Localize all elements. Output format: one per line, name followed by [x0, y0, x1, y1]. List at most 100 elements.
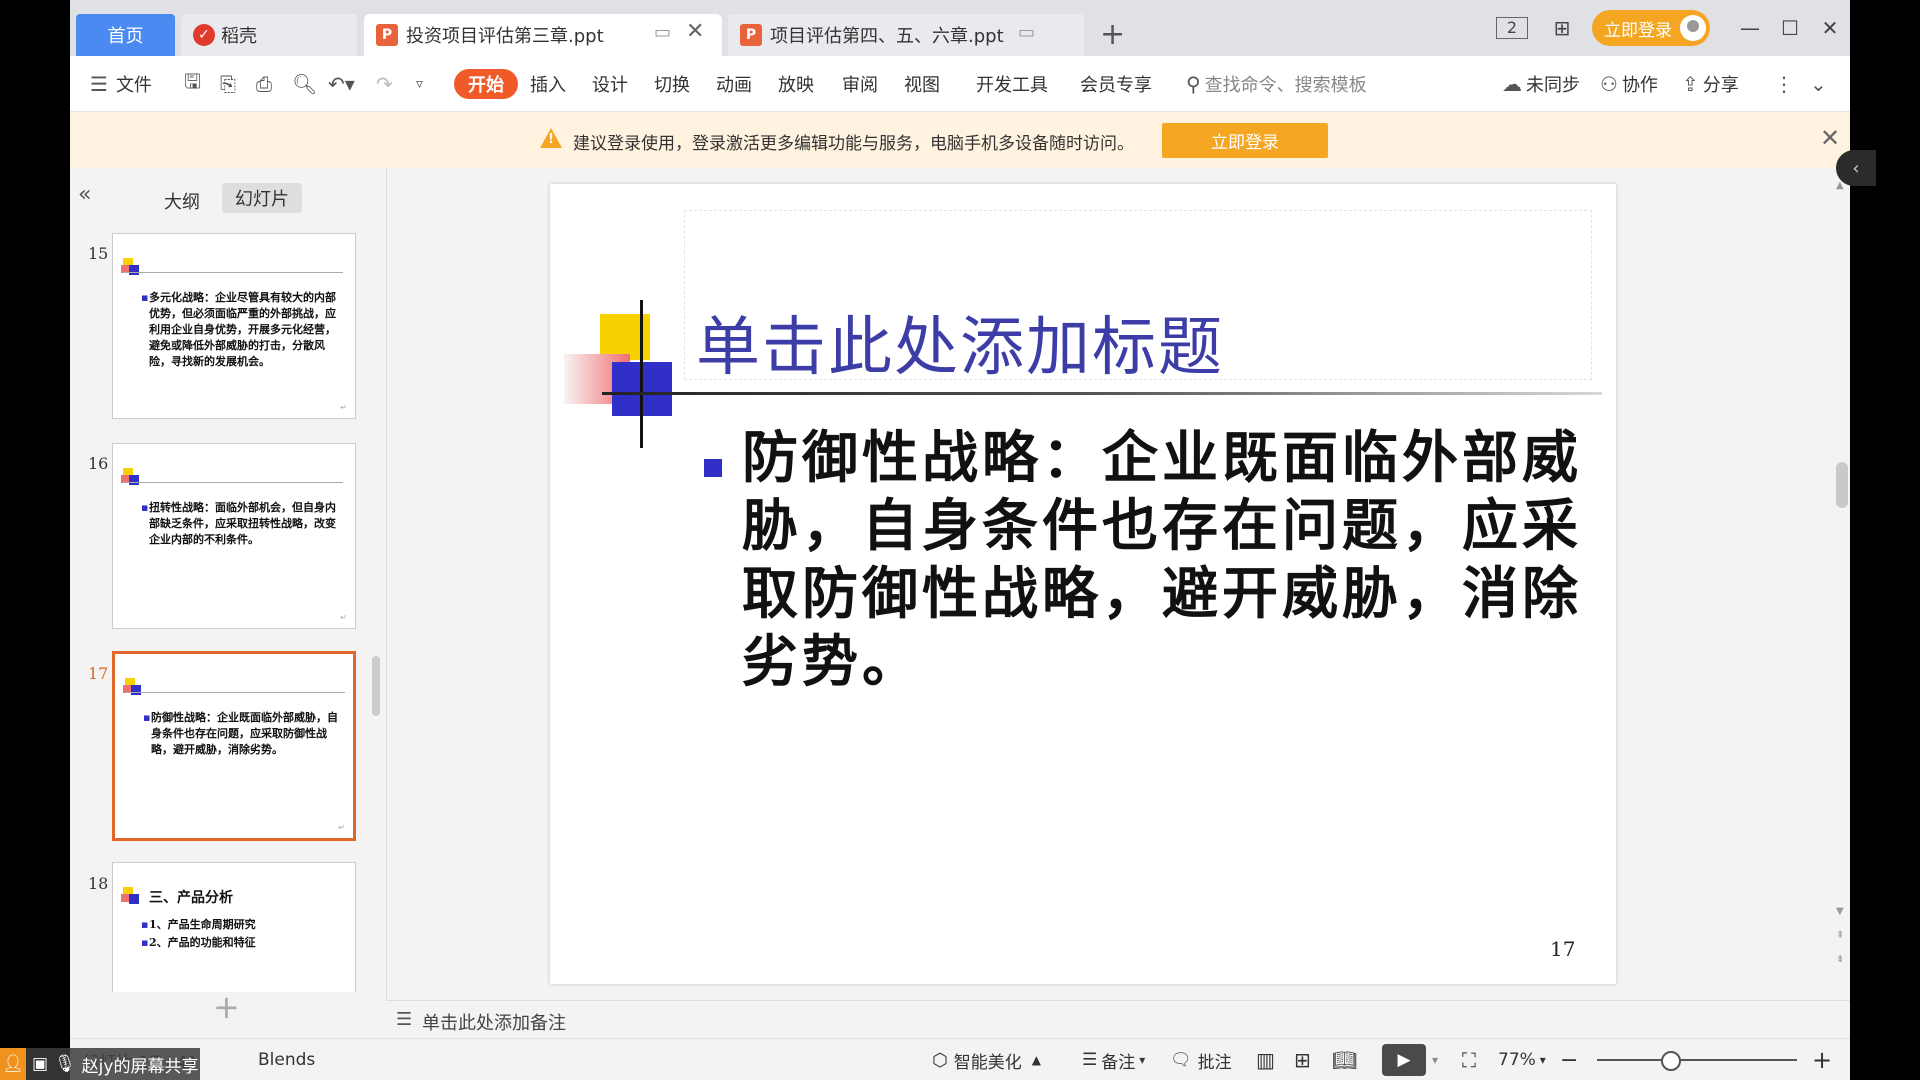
- zoom-in-icon[interactable]: +: [1812, 1039, 1832, 1080]
- canvas-scrollbar[interactable]: ▲ ▼ ⇞ ⇟: [1830, 168, 1850, 1000]
- file-menu-label: 文件: [115, 75, 152, 96]
- panel-scrollbar[interactable]: [372, 656, 380, 716]
- tab-active-document[interactable]: P 投资项目评估第三章.ppt ▭ ✕: [364, 14, 722, 56]
- export-pdf-icon[interactable]: ⎘: [220, 56, 236, 112]
- slide-sorter-icon[interactable]: ⊞: [1294, 1039, 1311, 1080]
- chevron-up-icon: ▲: [1031, 1053, 1041, 1067]
- file-menu[interactable]: ☰ 文件: [90, 56, 152, 112]
- menu-developer[interactable]: 开发工具: [976, 56, 1048, 112]
- zoom-slider-handle[interactable]: [1661, 1051, 1681, 1071]
- thumbnail-item: 2、产品的功能和特征: [141, 935, 345, 951]
- grid-apps-icon[interactable]: ⊞: [1542, 16, 1582, 40]
- scroll-thumb[interactable]: [1836, 462, 1848, 508]
- screen-share-label: 赵jy的屏幕共享: [81, 1056, 199, 1077]
- undo-icon[interactable]: ↶▾: [328, 56, 355, 112]
- slide-thumbnail-17-selected[interactable]: 防御性战略：企业既面临外部威胁，自身条件也存在问题，应采取防御性战略，避开威胁，…: [112, 651, 356, 841]
- maximize-icon[interactable]: ☐: [1770, 16, 1810, 40]
- bullet-square-icon: [704, 459, 722, 477]
- zoom-level[interactable]: 77% ▾: [1498, 1039, 1546, 1080]
- tab-outline[interactable]: 大纲: [164, 188, 200, 214]
- notes-toggle-label: 备注: [1101, 1052, 1136, 1073]
- menu-transition[interactable]: 切换: [654, 56, 690, 112]
- tab-screen-icon[interactable]: ▭: [654, 22, 671, 43]
- add-slide-plus-icon[interactable]: +: [213, 988, 240, 1026]
- menu-design[interactable]: 设计: [592, 56, 628, 112]
- microphone-icon: 🎙︎: [54, 1054, 76, 1074]
- tab-count-icon[interactable]: 2: [1496, 17, 1528, 39]
- play-options-chevron-icon[interactable]: ▾: [1432, 1039, 1438, 1080]
- notes-placeholder[interactable]: 单击此处添加备注: [422, 1009, 566, 1035]
- zoom-slider-track[interactable]: [1597, 1059, 1797, 1061]
- collaborate-button[interactable]: ⚇ 协作: [1600, 56, 1658, 112]
- collapse-ribbon-icon[interactable]: ⌄: [1810, 56, 1827, 112]
- close-icon[interactable]: ✕: [1820, 124, 1840, 152]
- slide-decoration: [121, 258, 139, 276]
- scroll-down-icon[interactable]: ▼: [1836, 906, 1844, 917]
- save-icon[interactable]: 🖫: [184, 56, 201, 112]
- new-tab-plus-icon[interactable]: +: [1100, 14, 1125, 56]
- thumbnail-item: 1、产品生命周期研究: [141, 917, 345, 933]
- slide-page-number: 17: [1550, 937, 1576, 961]
- command-search[interactable]: ⚲ 查找命令、搜索模板: [1186, 56, 1367, 112]
- sync-status[interactable]: ☁ 未同步: [1502, 56, 1580, 112]
- notes-lines-icon: ☰: [1082, 1050, 1098, 1070]
- hamburger-icon: ☰: [90, 72, 108, 96]
- slide-decoration: [121, 887, 139, 905]
- slide-title[interactable]: 单击此处添加标题: [696, 296, 1224, 388]
- minimize-icon[interactable]: —: [1730, 16, 1770, 40]
- tab-screen-icon[interactable]: ▭: [1018, 22, 1035, 43]
- decoration-horizontal-line: [602, 392, 1602, 395]
- menu-insert[interactable]: 插入: [530, 56, 566, 112]
- ppt-file-icon: P: [376, 24, 398, 46]
- collapse-panel-icon[interactable]: «: [78, 182, 91, 207]
- tab-count-value: 2: [1506, 18, 1518, 37]
- share-label: 分享: [1702, 75, 1739, 96]
- tab-close-icon[interactable]: ✕: [686, 19, 704, 44]
- slide-thumbnail-15[interactable]: 多元化战略：企业尽管具有较大的内部优势，但必须面临严重的外部挑战，应利用企业自身…: [112, 233, 356, 419]
- print-preview-icon[interactable]: 🔍︎: [292, 56, 317, 112]
- prev-page-icon[interactable]: ⇞: [1836, 930, 1844, 941]
- redo-icon[interactable]: ↷: [376, 56, 393, 112]
- slide-decoration: [121, 468, 139, 486]
- menu-animation[interactable]: 动画: [716, 56, 752, 112]
- close-window-icon[interactable]: ✕: [1810, 16, 1850, 40]
- more-options-icon[interactable]: ⋮: [1774, 56, 1794, 112]
- ppt-file-icon: P: [740, 24, 762, 46]
- login-button[interactable]: 立即登录: [1592, 10, 1710, 46]
- menu-view[interactable]: 视图: [904, 56, 940, 112]
- slide-thumbnail-16[interactable]: 扭转性战略：面临外部机会，但自身内部缺乏条件，应采取扭转性战略，改变企业内部的不…: [112, 443, 356, 629]
- screen-share-overlay: 👤︎ ▣ 🎙︎ 赵jy的屏幕共享: [0, 1048, 200, 1080]
- menu-review[interactable]: 审阅: [842, 56, 878, 112]
- menu-member[interactable]: 会员专享: [1080, 56, 1152, 112]
- thumbnail-text: 多元化战略：企业尽管具有较大的内部优势，但必须面临严重的外部挑战，应利用企业自身…: [141, 290, 345, 370]
- tab-active-document-label: 投资项目评估第三章.ppt: [406, 26, 604, 47]
- next-page-icon[interactable]: ⇟: [1836, 954, 1844, 965]
- slide-body-text[interactable]: 防御性战略：企业既面临外部威胁，自身条件也存在问题，应采取防御性战略，避开威胁，…: [742, 424, 1582, 696]
- slide-canvas[interactable]: 单击此处添加标题 防御性战略：企业既面临外部威胁，自身条件也存在问题，应采取防御…: [550, 184, 1616, 984]
- tab-other-document[interactable]: P 项目评估第四、五、六章.ppt ▭: [728, 14, 1084, 56]
- notes-toggle-button[interactable]: ☰ 备注 ▾: [1082, 1039, 1145, 1080]
- print-icon[interactable]: ⎙: [256, 56, 272, 112]
- side-panel-toggle-icon[interactable]: ‹: [1836, 150, 1876, 186]
- play-slideshow-icon[interactable]: ▶: [1382, 1044, 1426, 1076]
- status-bar: 幻灯片 17 / 41 Blends ⬡ 智能美化 ▲ ☰ 备注 ▾ 🗨︎ 批注…: [70, 1038, 1850, 1080]
- fit-window-icon[interactable]: ⛶: [1462, 1039, 1476, 1080]
- tab-home[interactable]: 首页: [76, 14, 175, 56]
- comment-button[interactable]: 🗨︎ 批注: [1170, 1039, 1232, 1080]
- tab-daoke[interactable]: ✓ 稻壳: [181, 14, 357, 56]
- notes-pane[interactable]: ☰ 单击此处添加备注: [386, 1000, 1850, 1039]
- wps-presentation-window: 首页 ✓ 稻壳 P 投资项目评估第三章.ppt ▭ ✕ P 项目评估第四、五、六…: [70, 0, 1850, 1080]
- tab-slides[interactable]: 幻灯片: [222, 183, 302, 213]
- menu-start[interactable]: 开始: [454, 69, 518, 99]
- smart-beautify-button[interactable]: ⬡ 智能美化 ▲: [932, 1039, 1041, 1080]
- share-button[interactable]: ⇪ 分享: [1682, 56, 1739, 112]
- normal-view-icon[interactable]: ▥: [1256, 1039, 1275, 1080]
- zoom-out-icon[interactable]: −: [1560, 1039, 1578, 1080]
- slide-thumbnail-18[interactable]: 三、产品分析 1、产品生命周期研究 2、产品的功能和特征: [112, 862, 356, 992]
- theme-name[interactable]: Blends: [258, 1039, 315, 1080]
- tab-bar: 首页 ✓ 稻壳 P 投资项目评估第三章.ppt ▭ ✕ P 项目评估第四、五、六…: [70, 0, 1850, 56]
- reading-view-icon[interactable]: 📖︎: [1332, 1039, 1357, 1080]
- menu-slideshow[interactable]: 放映: [778, 56, 814, 112]
- customize-toolbar-icon[interactable]: ▿: [416, 56, 423, 112]
- notice-login-button[interactable]: 立即登录: [1162, 123, 1328, 158]
